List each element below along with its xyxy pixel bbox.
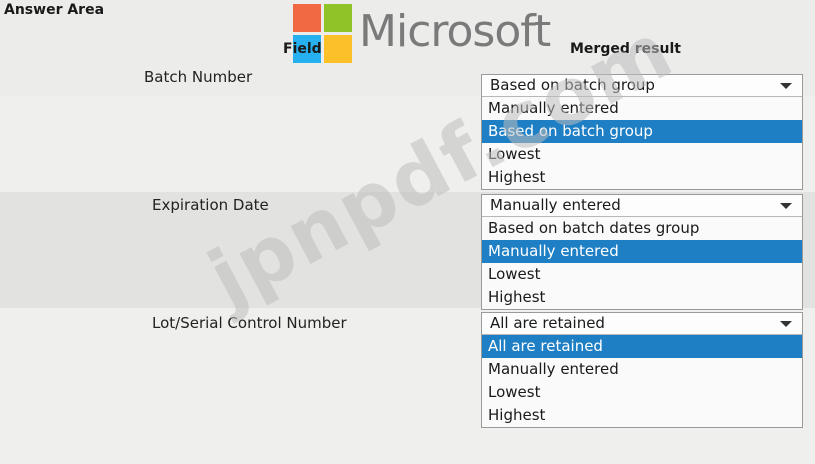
batch-number-option[interactable]: Highest xyxy=(482,166,802,189)
expiration-date-selected-value: Manually entered xyxy=(490,196,621,214)
lot-serial-option[interactable]: Highest xyxy=(482,404,802,427)
expiration-date-option[interactable]: Highest xyxy=(482,286,802,309)
expiration-date-label: Expiration Date xyxy=(152,196,269,214)
batch-number-label: Batch Number xyxy=(144,68,253,86)
expiration-date-selected[interactable]: Manually entered xyxy=(482,195,802,217)
lot-serial-selected[interactable]: All are retained xyxy=(482,313,802,335)
lot-serial-selected-value: All are retained xyxy=(490,314,605,332)
lot-serial-option[interactable]: Lowest xyxy=(482,381,802,404)
lot-serial-option[interactable]: Manually entered xyxy=(482,358,802,381)
answer-area-title: Answer Area xyxy=(4,2,105,18)
lot-serial-option-highlighted[interactable]: All are retained xyxy=(482,335,802,358)
expiration-date-option[interactable]: Based on batch dates group xyxy=(482,217,802,240)
chevron-down-icon[interactable] xyxy=(780,83,792,89)
chevron-down-icon[interactable] xyxy=(780,321,792,327)
microsoft-watermark-text: Microsoft xyxy=(359,6,551,57)
chevron-down-icon[interactable] xyxy=(780,203,792,209)
expiration-date-option[interactable]: Lowest xyxy=(482,263,802,286)
lot-serial-dropdown[interactable]: All are retained All are retained Manual… xyxy=(481,312,803,428)
expiration-date-dropdown[interactable]: Manually entered Based on batch dates gr… xyxy=(481,194,803,310)
field-column-header: Field xyxy=(283,41,322,57)
expiration-date-option-highlighted[interactable]: Manually entered xyxy=(482,240,802,263)
